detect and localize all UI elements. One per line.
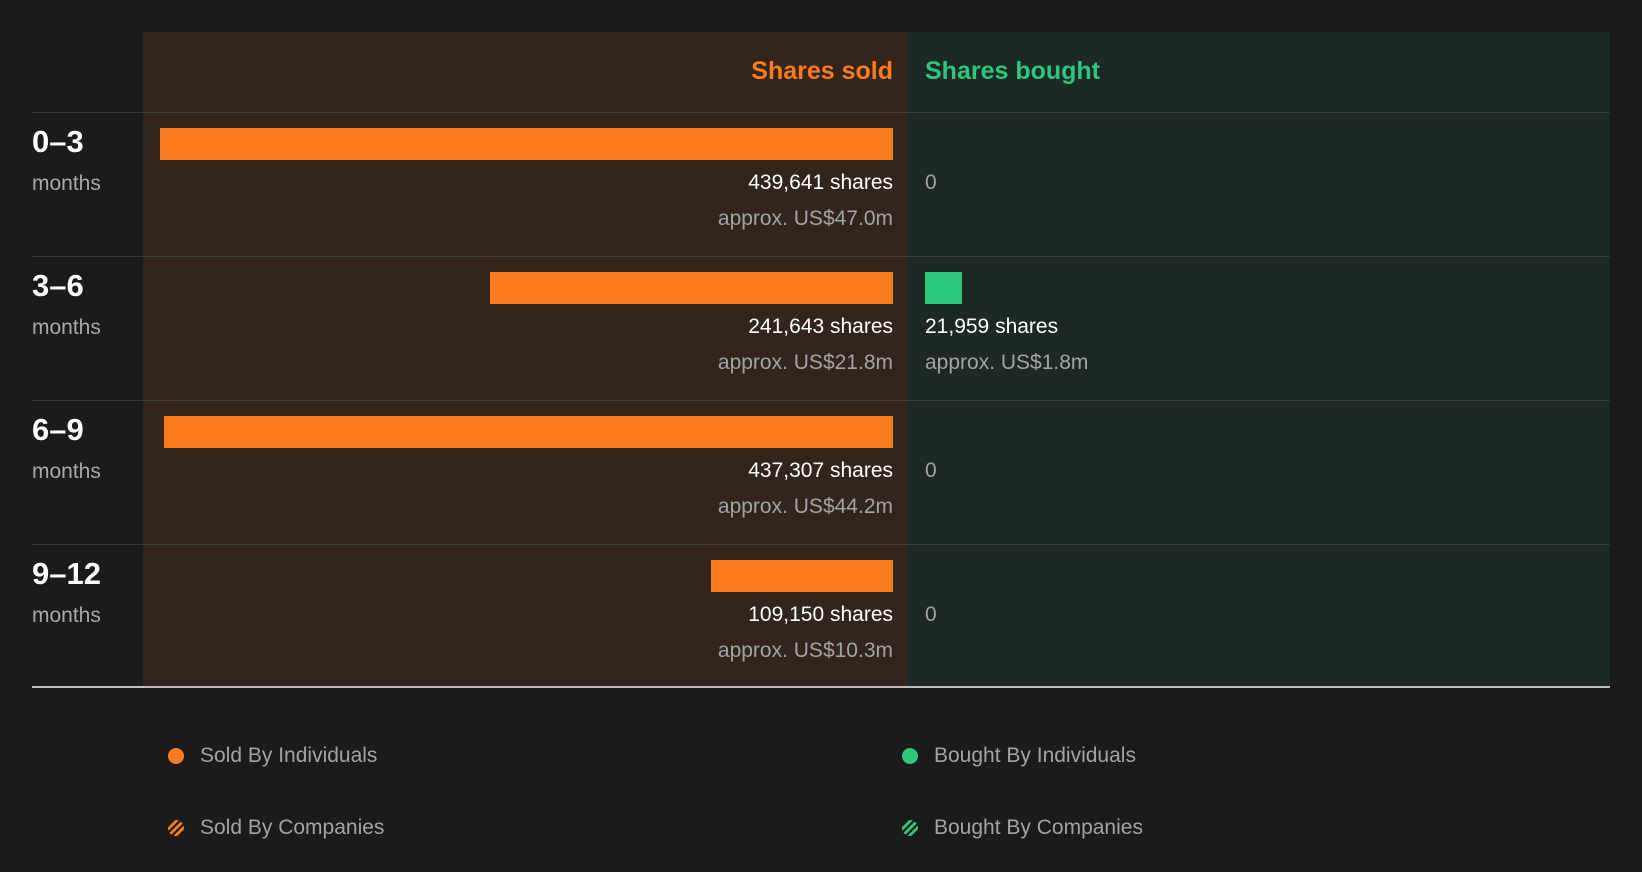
green-striped-dot-icon bbox=[902, 820, 918, 836]
sold-bar[interactable] bbox=[711, 560, 893, 592]
period-label: 9–12 bbox=[32, 556, 101, 591]
sold-bar[interactable] bbox=[164, 416, 893, 448]
green-dot-icon bbox=[902, 748, 918, 764]
legend-label: Sold By Individuals bbox=[200, 744, 378, 767]
sold-value-label: approx. US$10.3m bbox=[717, 639, 893, 662]
bought-shares-label: 21,959 shares bbox=[925, 315, 1059, 338]
bought-bar[interactable] bbox=[925, 272, 962, 304]
legend-item-sold-individuals[interactable]: Sold By Individuals bbox=[168, 744, 377, 768]
period-label: 6–9 bbox=[32, 412, 84, 447]
period-row: 3–6 months 241,643 shares approx. US$21.… bbox=[0, 256, 1642, 400]
bought-value-label: approx. US$1.8m bbox=[925, 351, 1089, 374]
period-unit: months bbox=[32, 316, 101, 339]
legend-label: Bought By Companies bbox=[934, 816, 1143, 839]
orange-striped-dot-icon bbox=[168, 820, 184, 836]
legend-item-sold-companies[interactable]: Sold By Companies bbox=[168, 816, 384, 840]
period-unit: months bbox=[32, 172, 101, 195]
legend-item-bought-companies[interactable]: Bought By Companies bbox=[902, 816, 1143, 840]
sold-shares-label: 109,150 shares bbox=[748, 603, 893, 626]
legend-item-bought-individuals[interactable]: Bought By Individuals bbox=[902, 744, 1136, 768]
period-label: 3–6 bbox=[32, 268, 84, 303]
sold-value-label: approx. US$47.0m bbox=[717, 207, 893, 230]
sold-bar[interactable] bbox=[160, 128, 893, 160]
orange-dot-icon bbox=[168, 748, 184, 764]
chart-legend: Sold By Individuals Sold By Companies Bo… bbox=[0, 700, 1642, 872]
period-row: 9–12 months 109,150 shares approx. US$10… bbox=[0, 544, 1642, 688]
sold-value-label: approx. US$21.8m bbox=[717, 351, 893, 374]
period-unit: months bbox=[32, 604, 101, 627]
period-label: 0–3 bbox=[32, 124, 84, 159]
bought-shares-label: 0 bbox=[925, 603, 937, 626]
shares-sold-header: Shares sold bbox=[751, 57, 893, 85]
sold-value-label: approx. US$44.2m bbox=[717, 495, 893, 518]
legend-label: Bought By Individuals bbox=[934, 744, 1136, 767]
sold-shares-label: 439,641 shares bbox=[748, 171, 893, 194]
period-row: 0–3 months 439,641 shares approx. US$47.… bbox=[0, 112, 1642, 256]
insider-trading-chart: Shares sold Shares bought 0–3 months 439… bbox=[0, 0, 1642, 700]
sold-bar[interactable] bbox=[490, 272, 893, 304]
bought-shares-label: 0 bbox=[925, 171, 937, 194]
sold-shares-label: 437,307 shares bbox=[748, 459, 893, 482]
period-row: 6–9 months 437,307 shares approx. US$44.… bbox=[0, 400, 1642, 544]
period-unit: months bbox=[32, 460, 101, 483]
sold-shares-label: 241,643 shares bbox=[748, 315, 893, 338]
bought-shares-label: 0 bbox=[925, 459, 937, 482]
legend-label: Sold By Companies bbox=[200, 816, 385, 839]
shares-bought-header: Shares bought bbox=[925, 57, 1101, 85]
